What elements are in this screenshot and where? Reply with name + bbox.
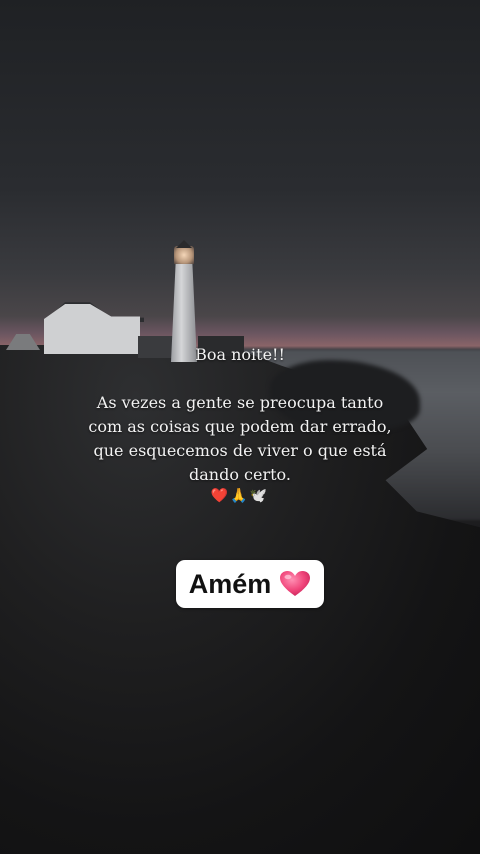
message-line: que esquecemos de viver o que está — [93, 441, 387, 460]
dove-icon: 🕊️ — [249, 488, 270, 504]
story-screen: Boa noite!! As vezes a gente se preocupa… — [0, 0, 480, 854]
message-line: com as coisas que podem dar errado, — [88, 417, 392, 436]
pray-icon: 🙏 — [230, 488, 250, 504]
pink-heart-icon — [280, 571, 311, 596]
shed — [6, 334, 40, 350]
message-line: dando certo. — [189, 465, 291, 484]
amem-sticker[interactable]: Amém — [176, 560, 324, 608]
emoji-row: ❤️🙏🕊️ — [0, 488, 480, 504]
heart-icon: ❤️ — [210, 488, 231, 504]
sticker-label: Amém — [188, 568, 272, 599]
message-text: As vezes a gente se preocupa tanto com a… — [60, 391, 420, 487]
message-line: As vezes a gente se preocupa tanto — [96, 393, 384, 412]
lighthouse-lamp — [174, 246, 194, 264]
lighthouse-cap — [176, 240, 192, 248]
greeting-text: Boa noite!! — [195, 345, 285, 364]
